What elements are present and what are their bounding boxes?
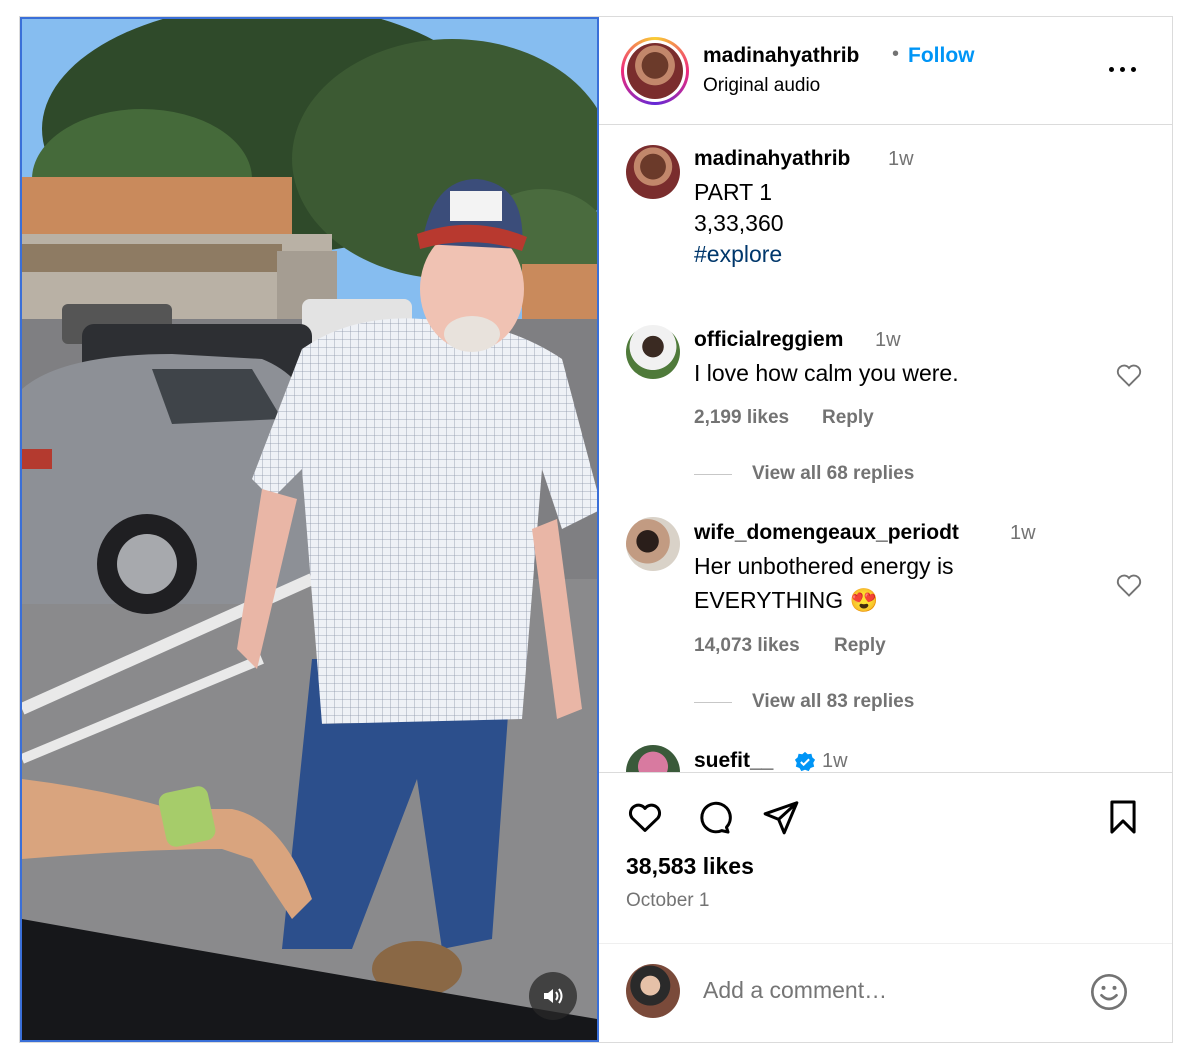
volume-button[interactable] bbox=[529, 972, 577, 1020]
emoji-icon[interactable] bbox=[1089, 972, 1129, 1012]
comment-username[interactable]: wife_domengeaux_periodt bbox=[694, 521, 959, 545]
view-replies-button[interactable]: View all 83 replies bbox=[752, 691, 914, 713]
comment-text: I love how calm you were. bbox=[694, 360, 959, 386]
comment-input[interactable] bbox=[703, 977, 1063, 1004]
share-icon[interactable] bbox=[761, 798, 801, 836]
comment-avatar[interactable] bbox=[626, 517, 680, 571]
comment-avatar[interactable] bbox=[626, 745, 680, 772]
add-comment-row bbox=[599, 943, 1172, 1039]
follow-button[interactable]: Follow bbox=[908, 44, 975, 68]
verified-badge-icon bbox=[794, 751, 816, 772]
comment-time: 1w bbox=[822, 750, 848, 772]
likes-count[interactable]: 38,583 likes bbox=[626, 853, 754, 880]
comment-username[interactable]: officialreggiem bbox=[694, 328, 843, 352]
hashtag-link[interactable]: #explore bbox=[694, 237, 782, 271]
caption-time: 1w bbox=[888, 148, 914, 170]
post-date[interactable]: October 1 bbox=[626, 890, 709, 912]
comments-list[interactable]: madinahyathrib 1w PART 1 3,33,360 #explo… bbox=[599, 125, 1172, 772]
heart-eyes-emoji: 😍 bbox=[849, 587, 879, 613]
more-options-button[interactable] bbox=[1107, 62, 1139, 78]
viewer-avatar[interactable] bbox=[626, 964, 680, 1018]
replies-divider bbox=[694, 474, 732, 475]
reply-button[interactable]: Reply bbox=[822, 407, 874, 429]
replies-divider bbox=[694, 702, 732, 703]
video-frame bbox=[22, 19, 597, 1040]
caption-line-2: 3,33,360 bbox=[694, 210, 784, 236]
comment-time: 1w bbox=[875, 329, 901, 351]
view-replies-button[interactable]: View all 68 replies bbox=[752, 463, 914, 485]
caption-line-1: PART 1 bbox=[694, 179, 772, 205]
audio-label[interactable]: Original audio bbox=[703, 75, 820, 97]
volume-icon bbox=[544, 988, 563, 1004]
post-side-panel: madinahyathrib • Follow Original audio m… bbox=[599, 17, 1172, 1042]
caption-username[interactable]: madinahyathrib bbox=[694, 147, 850, 171]
post-actions: 38,583 likes October 1 bbox=[599, 772, 1172, 1038]
comment-text-line-2: EVERYTHING 😍 bbox=[694, 587, 879, 613]
comment-text-line-1: Her unbothered energy is bbox=[694, 553, 954, 579]
comment-likes[interactable]: 14,073 likes bbox=[694, 635, 800, 657]
post-dialog: madinahyathrib • Follow Original audio m… bbox=[19, 16, 1173, 1043]
comment-username[interactable]: suefit__ bbox=[694, 749, 773, 772]
separator-dot: • bbox=[892, 43, 900, 65]
bookmark-icon[interactable] bbox=[1103, 798, 1143, 836]
comment-avatar[interactable] bbox=[626, 325, 680, 379]
post-header: madinahyathrib • Follow Original audio bbox=[599, 17, 1172, 125]
video-player[interactable] bbox=[20, 17, 599, 1042]
heart-icon[interactable] bbox=[625, 798, 665, 836]
comment-time: 1w bbox=[1010, 522, 1036, 544]
comment-icon[interactable] bbox=[693, 798, 733, 836]
comment-likes[interactable]: 2,199 likes bbox=[694, 407, 789, 429]
caption-avatar[interactable] bbox=[626, 145, 680, 199]
author-avatar[interactable] bbox=[627, 43, 683, 99]
more-icon bbox=[1109, 67, 1114, 72]
comment-heart-icon[interactable] bbox=[1115, 361, 1143, 389]
reply-button[interactable]: Reply bbox=[834, 635, 886, 657]
author-username[interactable]: madinahyathrib bbox=[703, 44, 859, 68]
comment-heart-icon[interactable] bbox=[1115, 571, 1143, 599]
story-ring[interactable] bbox=[621, 37, 689, 105]
